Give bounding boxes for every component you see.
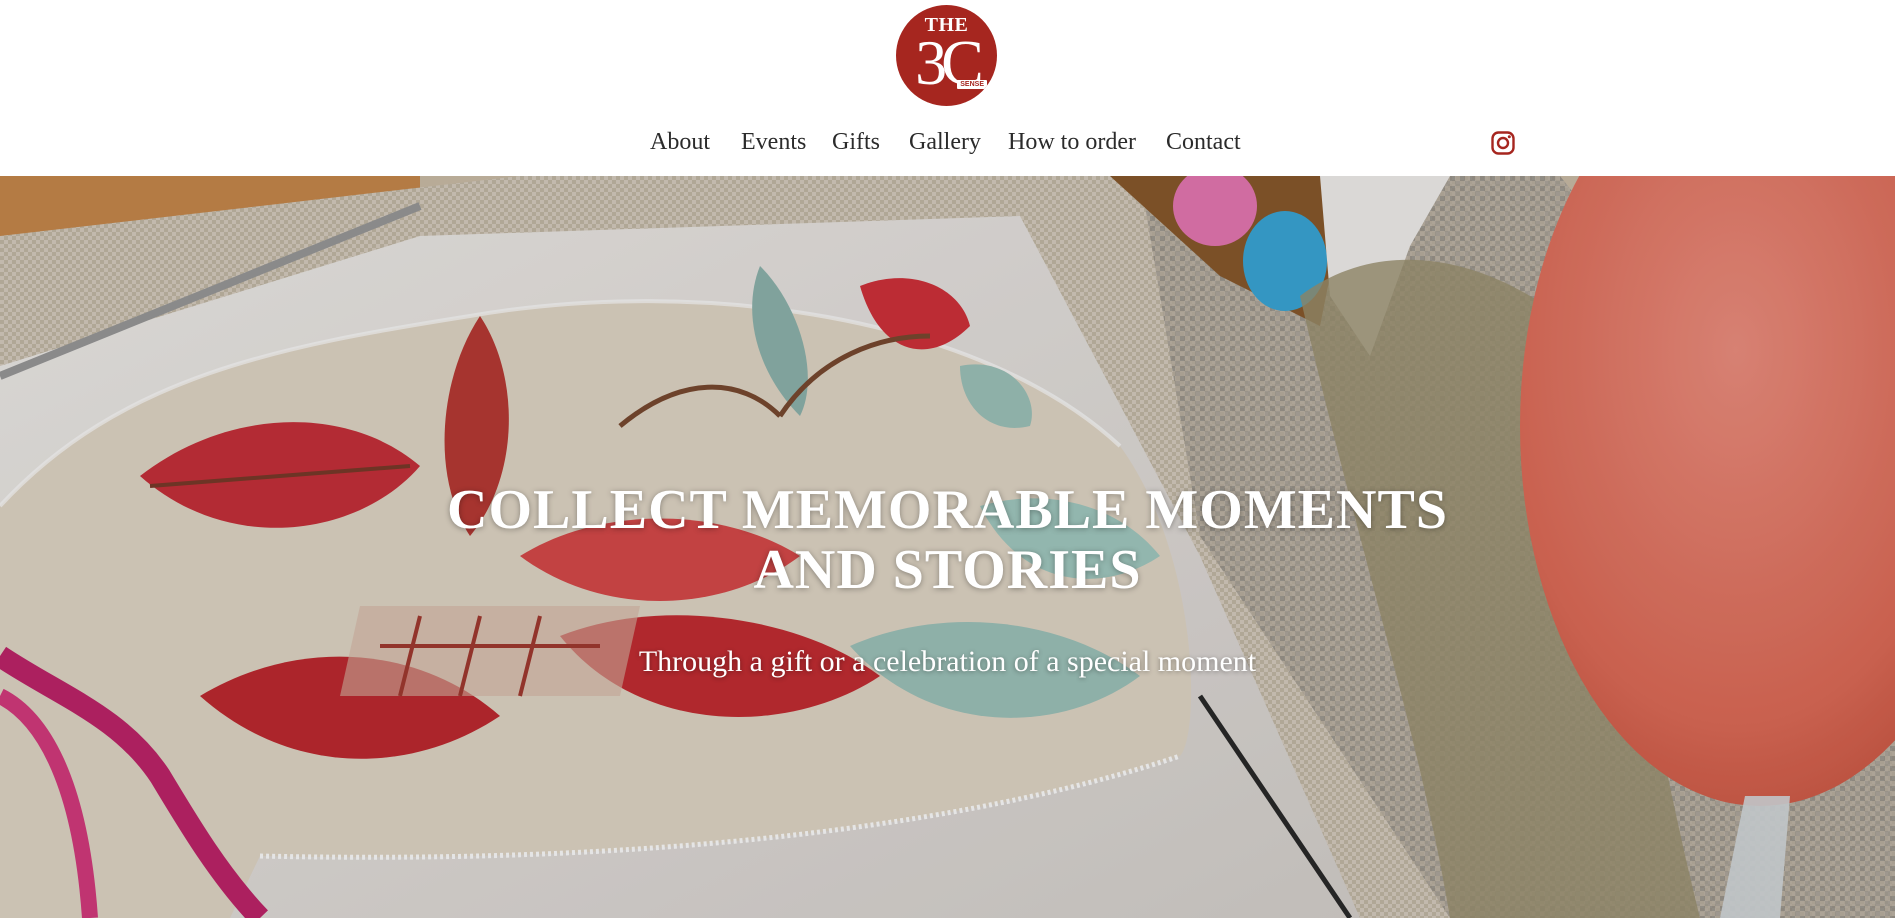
main-navigation: About Events Gifts Gallery How to order … bbox=[0, 124, 1895, 160]
logo-sense-badge: SENSE bbox=[957, 80, 987, 89]
nav-item-gallery[interactable]: Gallery bbox=[909, 124, 981, 160]
brand-logo[interactable]: THE 3C SENSE bbox=[896, 5, 997, 106]
nav-item-gifts[interactable]: Gifts bbox=[832, 124, 880, 160]
instagram-icon[interactable] bbox=[1490, 130, 1516, 156]
nav-item-contact[interactable]: Contact bbox=[1166, 124, 1241, 160]
nav-item-how-to-order[interactable]: How to order bbox=[1008, 124, 1136, 160]
hero-subtitle: Through a gift or a celebration of a spe… bbox=[638, 645, 1257, 678]
nav-item-events[interactable]: Events bbox=[741, 124, 806, 160]
hero-banner: COLLECT MEMORABLE MOMENTS AND STORIES Th… bbox=[0, 176, 1895, 918]
hero-title: COLLECT MEMORABLE MOMENTS AND STORIES bbox=[0, 480, 1895, 600]
site-header: THE 3C SENSE About Events Gifts Gallery … bbox=[0, 0, 1895, 176]
nav-item-about[interactable]: About bbox=[650, 124, 710, 160]
hero-title-line-2: AND STORIES bbox=[753, 539, 1142, 601]
hero-title-line-1: COLLECT MEMORABLE MOMENTS bbox=[447, 479, 1448, 541]
